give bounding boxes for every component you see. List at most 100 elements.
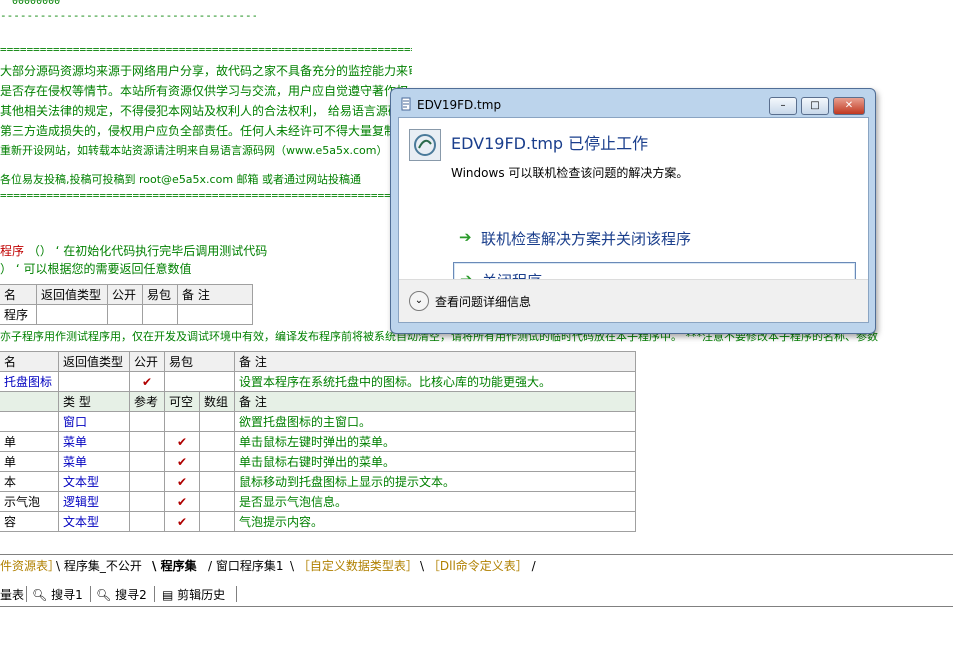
param-name[interactable]: 单 xyxy=(0,431,59,452)
table1-header-remark: 备 注 xyxy=(177,284,253,305)
param-type[interactable]: 文本型 xyxy=(58,471,130,492)
table2-sub-name[interactable]: 托盘图标 xyxy=(0,371,59,392)
table1-cell-public[interactable] xyxy=(107,304,143,325)
code-comment-1: （） ‘ 在初始化代码执行完毕后调用测试代码 xyxy=(27,244,268,258)
tab-window-assembly[interactable]: / 窗口程序集1 xyxy=(208,557,284,574)
table1-header-name: 名 xyxy=(0,284,37,305)
param-row[interactable]: 容 文本型 ✔ 气泡提示内容。 xyxy=(0,511,636,532)
table2-header-row: 名 返回值类型 公开 易包 备 注 xyxy=(0,351,636,372)
param-nullable-check[interactable]: ✔ xyxy=(164,491,200,512)
table1-cell-epackage[interactable] xyxy=(142,304,178,325)
table1-row[interactable]: 程序 xyxy=(0,304,253,325)
param-array[interactable] xyxy=(199,411,235,432)
param-header-array: 数组 xyxy=(199,391,235,412)
param-name[interactable]: 单 xyxy=(0,451,59,472)
tool-search1[interactable]: 🔍︎ 搜寻1 xyxy=(32,586,83,603)
param-array[interactable] xyxy=(199,491,235,512)
error-dialog: EDV19FD.tmp – □ ✕ EDV19FD.tmp 已停止工作 Wind… xyxy=(390,88,876,334)
table2-sub-return[interactable] xyxy=(58,371,130,392)
param-type[interactable]: 菜单 xyxy=(58,431,130,452)
param-type[interactable]: 窗口 xyxy=(58,411,130,432)
tool-clip-history[interactable]: ▤ 剪辑历史 xyxy=(162,586,225,603)
maximize-button[interactable]: □ xyxy=(801,97,829,115)
param-header-remark: 备 注 xyxy=(234,391,636,412)
table1-cell-remark[interactable] xyxy=(177,304,253,325)
param-nullable-check[interactable]: ✔ xyxy=(164,471,200,492)
tab-custom-types-label: ［自定义数据类型表］ xyxy=(297,559,418,573)
app-title-icon xyxy=(400,97,412,111)
table2-sub-public-check[interactable]: ✔ xyxy=(129,371,165,392)
dialog-footer: ⌄ 查看问题详细信息 xyxy=(399,279,868,322)
tab-dll-commands[interactable]: \ ［Dll命令定义表］ / xyxy=(420,557,536,574)
param-array[interactable] xyxy=(199,431,235,452)
close-button[interactable]: ✕ xyxy=(833,97,865,115)
param-array[interactable] xyxy=(199,451,235,472)
param-array[interactable] xyxy=(199,471,235,492)
table2-sub-row[interactable]: 托盘图标 ✔ 设置本程序在系统托盘中的图标。比核心库的功能更强大。 xyxy=(0,371,636,392)
tab-resource-table[interactable]: 件资源表］ xyxy=(0,557,60,574)
param-type[interactable]: 文本型 xyxy=(58,511,130,532)
param-remark[interactable]: 单击鼠标左键时弹出的菜单。 xyxy=(234,431,636,452)
param-ref[interactable] xyxy=(129,511,165,532)
param-remark[interactable]: 单击鼠标右键时弹出的菜单。 xyxy=(234,451,636,472)
param-row[interactable]: 单 菜单 ✔ 单击鼠标右键时弹出的菜单。 xyxy=(0,451,636,472)
clipboard-icon: ▤ xyxy=(162,588,174,602)
tool-search2[interactable]: 🔍︎ 搜寻2 xyxy=(96,586,147,603)
param-ref[interactable] xyxy=(129,411,165,432)
dialog-title: EDV19FD.tmp xyxy=(417,98,502,112)
param-type[interactable]: 菜单 xyxy=(58,451,130,472)
param-name[interactable]: 本 xyxy=(0,471,59,492)
tab-dll-commands-label: ［Dll命令定义表］ xyxy=(427,559,528,573)
table1-header-return: 返回值类型 xyxy=(36,284,108,305)
dialog-subtext: Windows 可以联机检查该问题的解决方案。 xyxy=(451,166,689,180)
view-details-link[interactable]: 查看问题详细信息 xyxy=(435,293,531,310)
param-remark[interactable]: 气泡提示内容。 xyxy=(234,511,636,532)
param-header-nullable: 可空 xyxy=(164,391,200,412)
param-ref[interactable] xyxy=(129,471,165,492)
tab-custom-types[interactable]: \ ［自定义数据类型表］ xyxy=(290,557,418,574)
table1-header-row: 名 返回值类型 公开 易包 备 注 xyxy=(0,284,253,305)
table2-sub-remark[interactable]: 设置本程序在系统托盘中的图标。比核心库的功能更强大。 xyxy=(234,371,636,392)
param-name[interactable]: 示气泡 xyxy=(0,491,59,512)
param-nullable-check[interactable]: ✔ xyxy=(164,431,200,452)
document-tab-bar: 件资源表］ \ 程序集_不公开 \ 程序集 / 窗口程序集1 \ ［自定义数据类… xyxy=(0,554,953,575)
tab-assembly-private[interactable]: \ 程序集_不公开 xyxy=(56,557,142,574)
param-name[interactable] xyxy=(0,411,59,432)
tab-divider-icon: \ xyxy=(290,559,295,573)
param-nullable[interactable] xyxy=(164,411,200,432)
param-ref[interactable] xyxy=(129,451,165,472)
table1-cell-name[interactable]: 程序 xyxy=(0,304,37,325)
check-online-option[interactable]: ➔ 联机检查解决方案并关闭该程序 xyxy=(453,221,854,255)
param-header-type: 类 型 xyxy=(58,391,130,412)
table1-cell-return[interactable] xyxy=(36,304,108,325)
tool-clip-history-label: 剪辑历史 xyxy=(177,588,226,602)
param-row[interactable]: 窗口 欲置托盘图标的主窗口。 xyxy=(0,411,636,432)
tool-variable-table[interactable]: 量表 xyxy=(0,586,24,603)
check-online-label: 联机检查解决方案并关闭该程序 xyxy=(481,230,692,248)
param-row[interactable]: 示气泡 逻辑型 ✔ 是否显示气泡信息。 xyxy=(0,491,636,512)
param-array[interactable] xyxy=(199,511,235,532)
toolbar-separator xyxy=(236,586,237,602)
bottom-toolbar: 量表 🔍︎ 搜寻1 🔍︎ 搜寻2 ▤ 剪辑历史 xyxy=(0,582,953,607)
param-type[interactable]: 逻辑型 xyxy=(58,491,130,512)
param-remark[interactable]: 欲置托盘图标的主窗口。 xyxy=(234,411,636,432)
separator-line-bottom: ========================================… xyxy=(0,190,412,202)
param-nullable-check[interactable]: ✔ xyxy=(164,451,200,472)
param-name[interactable]: 容 xyxy=(0,511,59,532)
param-ref[interactable] xyxy=(129,431,165,452)
notice-line-3: 其他相关法律的规定，不得侵犯本网站及权利人的合法权利， 给易语言源码 xyxy=(0,104,400,118)
notice-line-4: 第三方造成损失的，侵权用户应负全部责任。任何人未经许可不得大量复制 xyxy=(0,124,397,138)
param-remark[interactable]: 鼠标移动到托盘图标上显示的提示文本。 xyxy=(234,471,636,492)
tab-divider-icon: \ xyxy=(152,559,157,573)
chevron-down-icon[interactable]: ⌄ xyxy=(409,291,429,311)
param-ref[interactable] xyxy=(129,491,165,512)
param-row[interactable]: 单 菜单 ✔ 单击鼠标左键时弹出的菜单。 xyxy=(0,431,636,452)
param-remark[interactable]: 是否显示气泡信息。 xyxy=(234,491,636,512)
notice-line-5: 重新开设网站，如转载本站资源请注明来自易语言源码网（www.e5a5x.com） xyxy=(0,144,388,157)
param-row[interactable]: 本 文本型 ✔ 鼠标移动到托盘图标上显示的提示文本。 xyxy=(0,471,636,492)
table2-sub-epackage[interactable] xyxy=(164,371,235,392)
param-nullable-check[interactable]: ✔ xyxy=(164,511,200,532)
minimize-button[interactable]: – xyxy=(769,97,797,115)
param-header-ref: 参考 xyxy=(129,391,165,412)
tab-assembly[interactable]: \ 程序集 xyxy=(152,557,197,574)
